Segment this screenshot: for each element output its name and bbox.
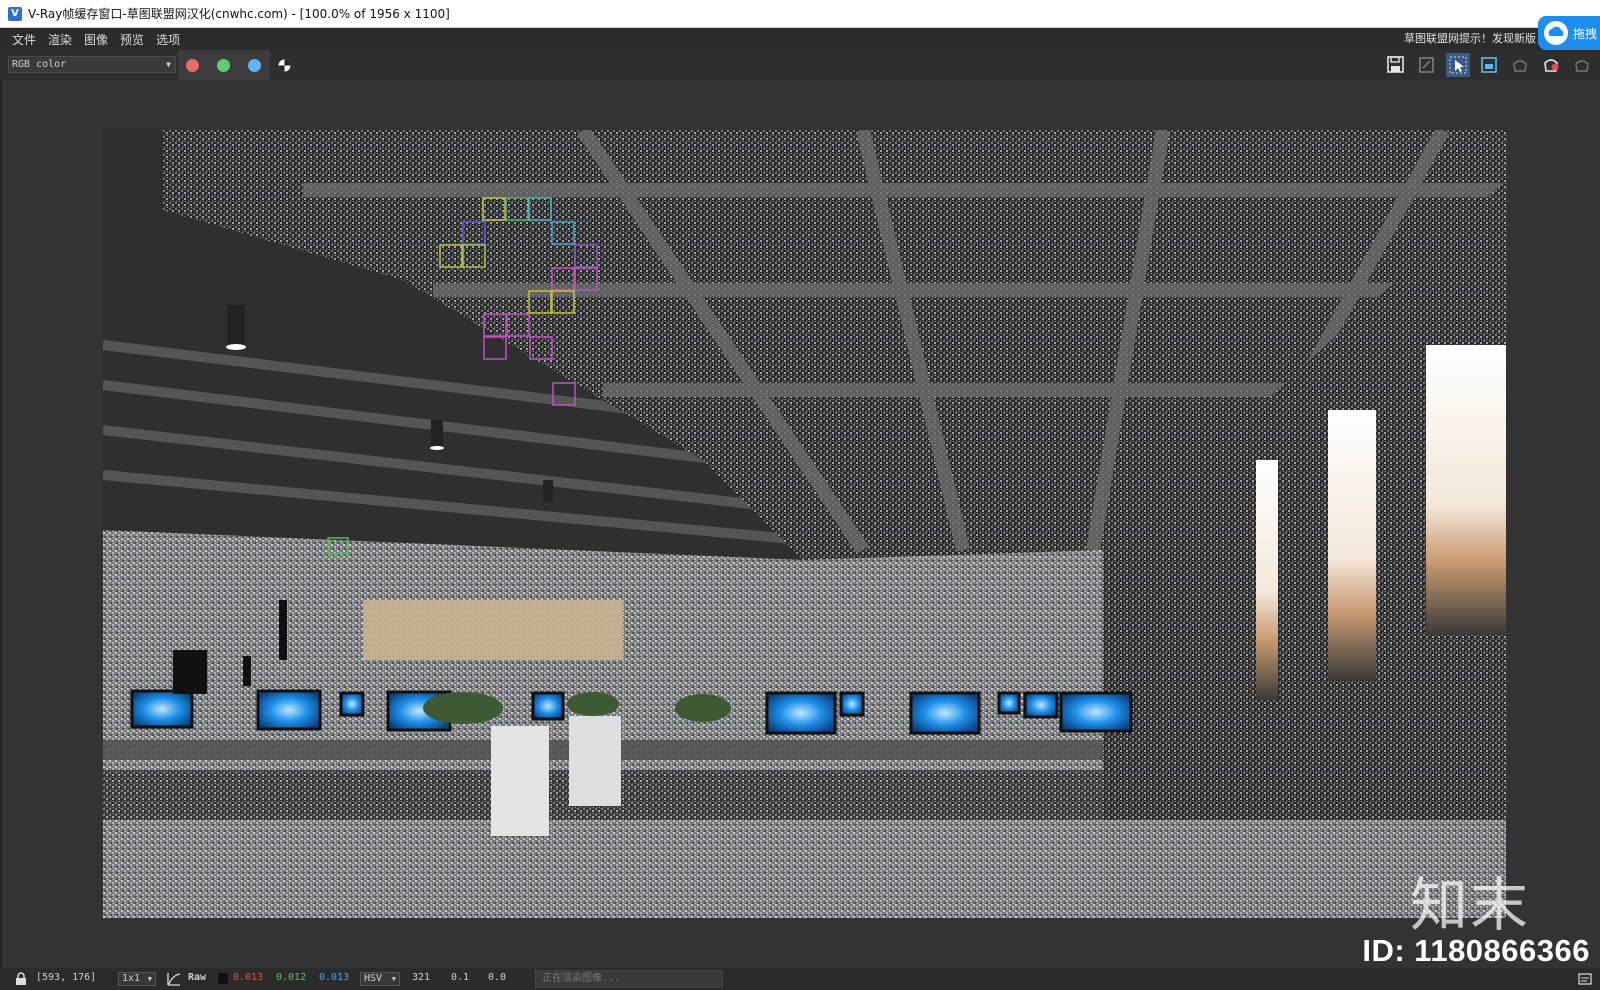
- log-icon[interactable]: [1578, 972, 1592, 986]
- zoom-value: 1x1: [122, 973, 141, 984]
- red-channel-toggle[interactable]: [186, 59, 199, 72]
- menu-file[interactable]: 文件: [6, 31, 42, 48]
- rendered-image[interactable]: [103, 130, 1506, 918]
- menu-preview[interactable]: 预览: [114, 31, 150, 48]
- image-id-label: ID: 1180866366: [1362, 933, 1590, 968]
- watermark-logo: 知末: [1410, 871, 1531, 939]
- render-last-button[interactable]: [1508, 53, 1532, 77]
- stop-render-button[interactable]: [1570, 53, 1594, 77]
- toolbar: RGB color ▼: [0, 50, 1600, 80]
- menu-image[interactable]: 图像: [78, 31, 114, 48]
- status-bar: [593, 176] 1x1 ▼ Raw 0.013 0.012 0.013 HS…: [0, 968, 1600, 990]
- colorspace-value: HSV: [364, 973, 383, 984]
- chevron-down-icon: ▼: [166, 60, 171, 69]
- chevron-down-icon: ▼: [147, 975, 152, 983]
- pixel-color-swatch: [218, 973, 228, 984]
- region-render-icon: [1481, 57, 1497, 73]
- chevron-down-icon: ▼: [391, 975, 396, 983]
- render-last-icon: [1513, 60, 1527, 72]
- pixel-coords: [593, 176]: [36, 972, 97, 983]
- cloud-label: 拖拽: [1573, 26, 1598, 41]
- render-tools: [1384, 53, 1594, 77]
- channel-select[interactable]: RGB color ▼: [8, 56, 176, 73]
- blue-channel-toggle[interactable]: [248, 59, 261, 72]
- site-hint[interactable]: 草图联盟网提示！发现新版: [1404, 28, 1536, 50]
- track-mouse-icon: [1449, 56, 1467, 74]
- render-viewport[interactable]: 知末 ID: 1180866366: [0, 80, 1600, 968]
- progress-text: 正在渲染图像...: [542, 973, 621, 984]
- save-image-icon: [1387, 56, 1404, 73]
- pixel-green-value: 0.012: [276, 972, 307, 983]
- vray-app-icon: V: [8, 6, 22, 21]
- color-curve-icon[interactable]: [166, 971, 182, 987]
- cloud-icon: [1544, 21, 1568, 45]
- render-button[interactable]: [1539, 53, 1563, 77]
- office-render-illustration: [103, 130, 1506, 918]
- save-image-button[interactable]: [1384, 53, 1408, 77]
- channel-select-value: RGB color: [12, 59, 67, 70]
- menu-bar: 文件 渲染 图像 预览 选项 草图联盟网提示！发现新版: [0, 28, 1600, 50]
- window-title: V-Ray帧缓存窗口-草图联盟网汉化(cnwhc.com) - [100.0% …: [28, 7, 450, 21]
- cloud-drag-button[interactable]: 拖拽: [1538, 16, 1600, 50]
- region-render-button[interactable]: [1477, 53, 1501, 77]
- zoom-select[interactable]: 1x1 ▼: [118, 972, 156, 986]
- lock-icon[interactable]: [14, 972, 28, 986]
- pixel-blue-value: 0.013: [319, 972, 350, 983]
- green-channel-toggle[interactable]: [217, 59, 230, 72]
- render-progress: 正在渲染图像...: [535, 970, 723, 988]
- saturation-value: 0.1: [451, 972, 470, 983]
- menu-options[interactable]: 选项: [150, 31, 186, 48]
- menu-render[interactable]: 渲染: [42, 31, 78, 48]
- stop-render-icon: [1575, 60, 1589, 72]
- title-bar: V V-Ray帧缓存窗口-草图联盟网汉化(cnwhc.com) - [100.0…: [0, 0, 1600, 28]
- colorspace-select[interactable]: HSV ▼: [360, 972, 400, 986]
- clear-image-button[interactable]: [1415, 53, 1439, 77]
- clear-image-icon: [1419, 57, 1434, 73]
- monochrome-toggle-icon[interactable]: [278, 59, 291, 72]
- channel-toggle-group: [178, 50, 270, 80]
- pixel-red-value: 0.013: [233, 972, 264, 983]
- track-mouse-button[interactable]: [1446, 53, 1470, 77]
- teapot-render-icon: [1544, 59, 1559, 72]
- display-mode: Raw: [188, 972, 207, 983]
- value-value: 0.0: [488, 972, 507, 983]
- hue-value: 321: [412, 972, 431, 983]
